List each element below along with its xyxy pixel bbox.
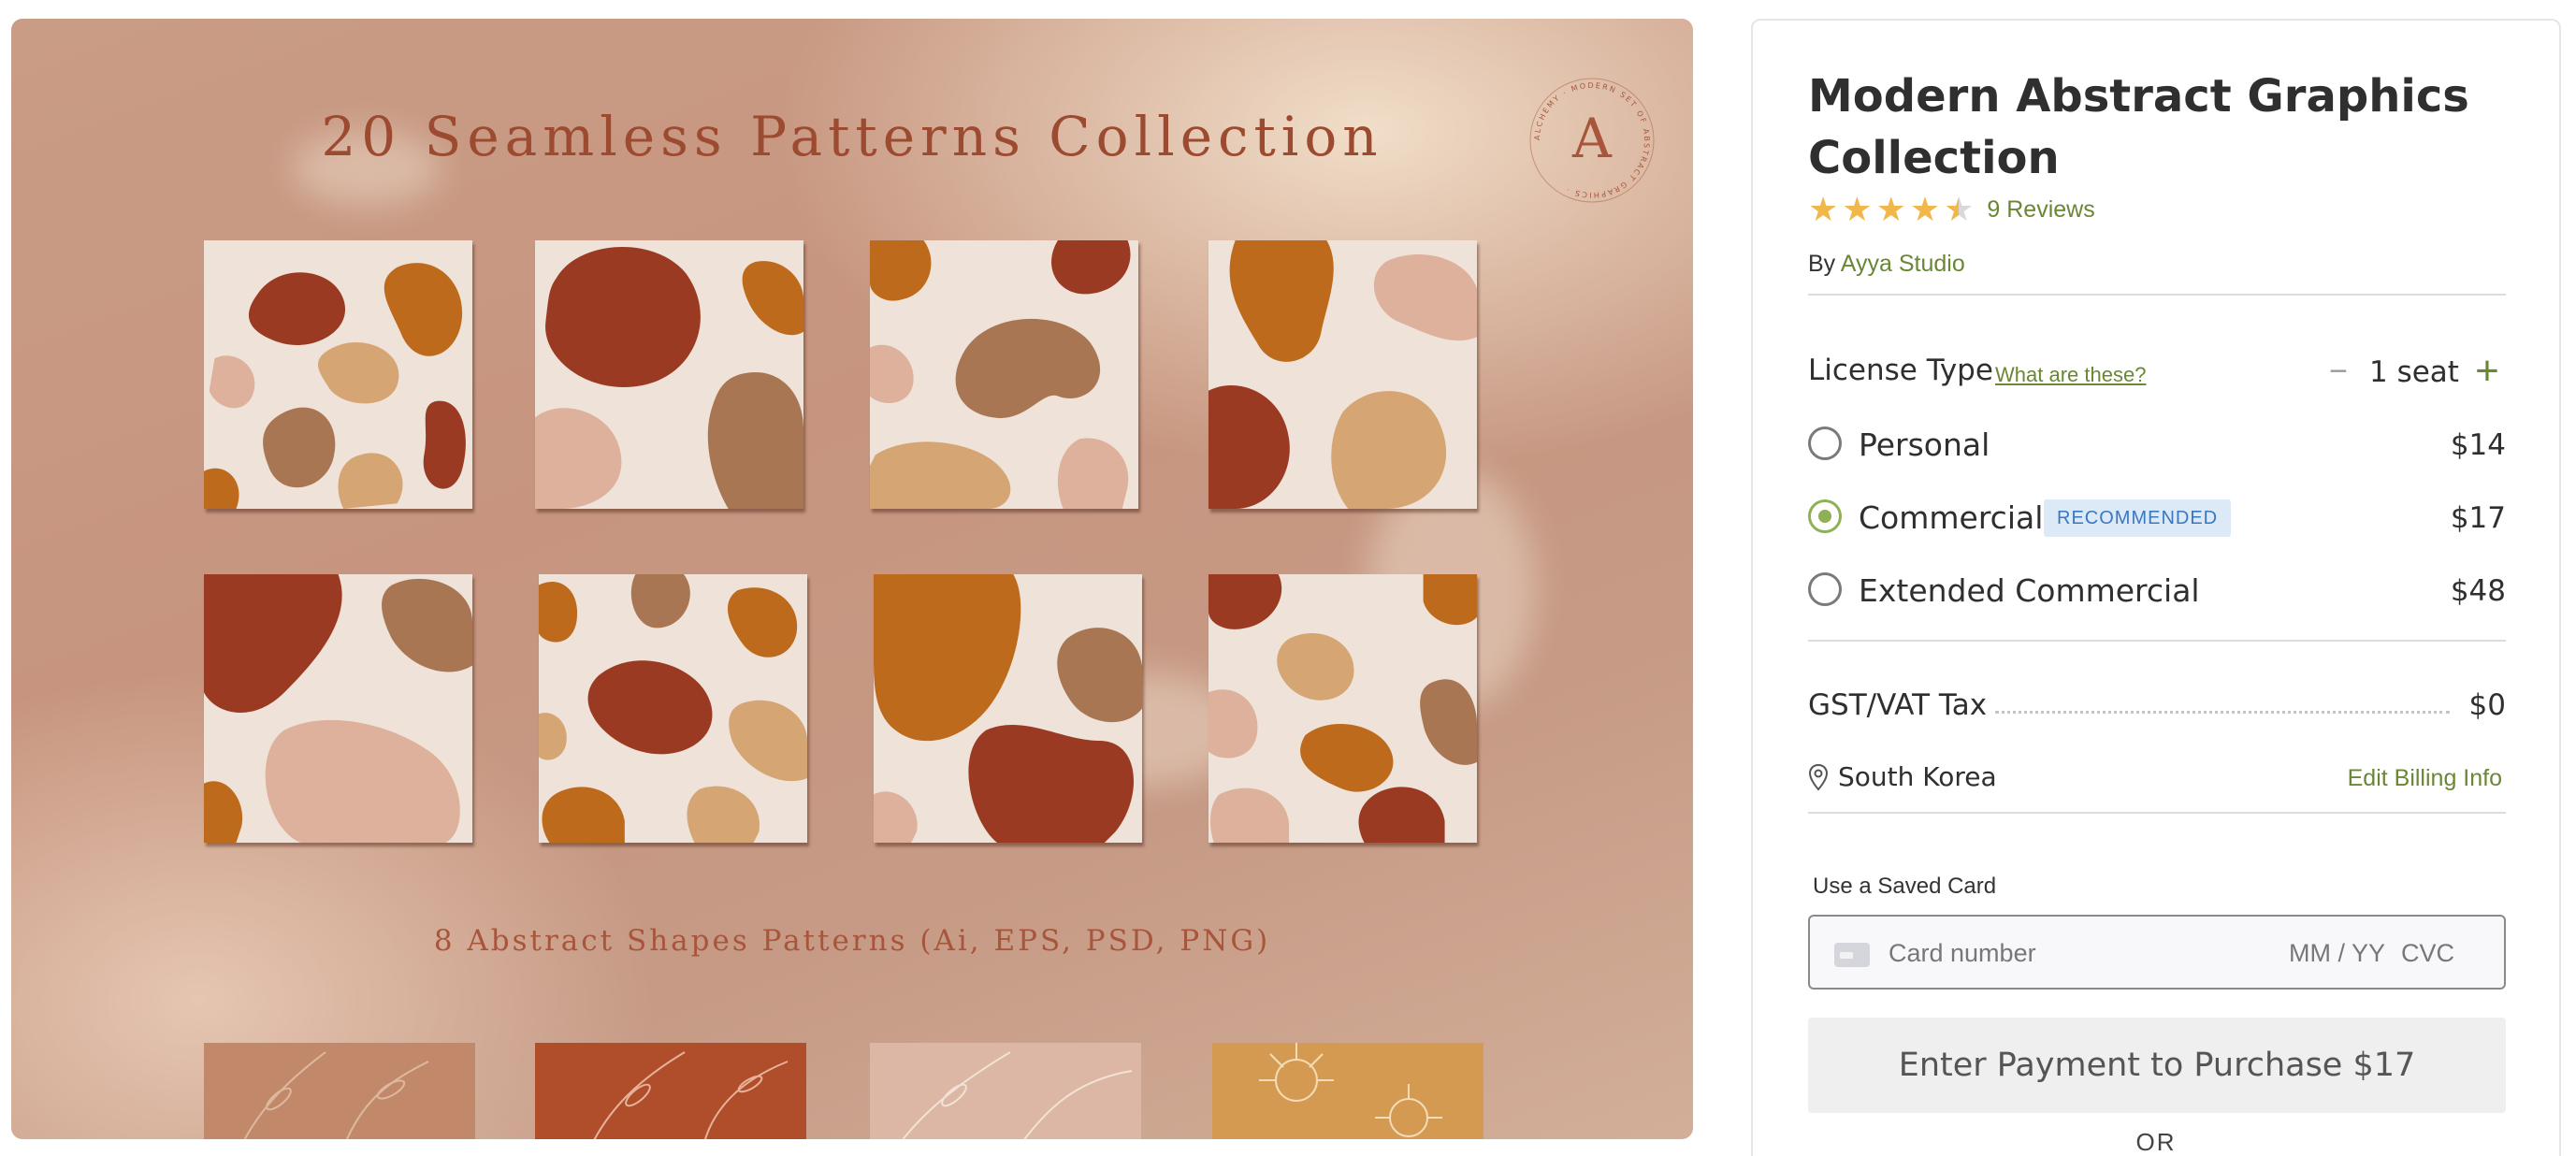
star-icon: ★: [1842, 190, 1873, 228]
card-cvc-input[interactable]: CVC: [2401, 939, 2454, 968]
tax-label: GST/VAT Tax: [1808, 688, 1995, 722]
preview-subtitle: 8 Abstract Shapes Patterns (Ai, EPS, PSD…: [433, 924, 1271, 958]
edit-billing-link[interactable]: Edit Billing Info: [2348, 765, 2502, 792]
tax-row: GST/VAT Tax $0: [1808, 688, 2506, 730]
star-icon: ★: [1909, 190, 1941, 228]
license-option-personal[interactable]: Personal $14: [1808, 421, 2506, 468]
author-byline: By Ayya Studio: [1808, 251, 1965, 278]
credit-card-icon: [1834, 943, 1870, 967]
pattern-tile: [539, 574, 807, 843]
license-option-price: $48: [2450, 574, 2506, 608]
pattern-tile: [1208, 574, 1477, 843]
seat-decrease-button[interactable]: −: [2323, 354, 2354, 390]
floral-pattern-tile: [1212, 1043, 1483, 1139]
floral-pattern-tile: [870, 1043, 1141, 1139]
seat-increase-button[interactable]: +: [2468, 348, 2506, 395]
pattern-tile: [204, 240, 472, 509]
or-separator: OR: [2135, 1128, 2177, 1156]
billing-location-row: South Korea Edit Billing Info: [1808, 761, 2506, 799]
license-option-label: Commercial: [1859, 499, 2044, 536]
pattern-tile: [1208, 240, 1477, 509]
product-rating[interactable]: ★ ★ ★ ★ ★ 9 Reviews: [1808, 193, 2095, 226]
radio-button[interactable]: [1808, 572, 1842, 606]
svg-text:A: A: [1571, 107, 1613, 170]
license-option-extended-commercial[interactable]: Extended Commercial $48: [1808, 567, 2506, 614]
pattern-tile: [535, 240, 803, 509]
reviews-link[interactable]: 9 Reviews: [1987, 196, 2094, 224]
purchase-panel: Modern Abstract Graphics Collection ★ ★ …: [1751, 19, 2561, 1156]
divider: [1808, 812, 2506, 814]
star-icon: ★: [1875, 190, 1906, 228]
radio-button[interactable]: [1808, 426, 1842, 460]
license-option-label: Extended Commercial: [1859, 572, 2200, 609]
saved-card-label: Use a Saved Card: [1813, 874, 1997, 899]
purchase-button[interactable]: Enter Payment to Purchase $17: [1808, 1018, 2506, 1113]
card-number-input[interactable]: Card number: [1889, 939, 2036, 968]
license-option-price: $17: [2450, 501, 2506, 535]
seat-count: 1 seat: [2369, 355, 2459, 389]
pattern-tile: [204, 574, 472, 843]
byline-prefix: By: [1808, 251, 1836, 277]
pattern-tile: [870, 240, 1138, 509]
star-icon: ★: [1808, 190, 1839, 228]
license-option-label: Personal: [1859, 426, 1990, 463]
radio-button-selected[interactable]: [1808, 499, 1842, 533]
location-pin-icon: [1808, 763, 1829, 791]
billing-country: South Korea: [1838, 761, 1997, 792]
license-type-label: License Type: [1808, 354, 1993, 387]
author-link[interactable]: Ayya Studio: [1841, 251, 1965, 277]
tax-value: $0: [2468, 688, 2506, 722]
card-expiry-input[interactable]: MM / YY: [2289, 939, 2385, 968]
card-input-field[interactable]: Card number MM / YY CVC: [1808, 915, 2506, 990]
product-preview-image[interactable]: 20 Seamless Patterns Collection ALCHEMY …: [11, 19, 1693, 1139]
pattern-tile: [874, 574, 1142, 843]
license-option-commercial[interactable]: Commercial RECOMMENDED $17: [1808, 494, 2506, 541]
floral-pattern-tile: [204, 1043, 475, 1139]
divider: [1808, 640, 2506, 642]
license-option-price: $14: [2450, 428, 2506, 462]
product-title: Modern Abstract Graphics Collection: [1808, 70, 2469, 184]
half-star-icon: ★: [1944, 190, 1975, 228]
license-help-link[interactable]: What are these?: [1995, 363, 2146, 387]
recommended-badge: RECOMMENDED: [2044, 499, 2232, 537]
preview-title: 20 Seamless Patterns Collection: [321, 105, 1383, 168]
license-type-row: License Type What are these? − 1 seat +: [1808, 348, 2506, 395]
studio-logo-badge: ALCHEMY · MODERN SET OF ABSTRACT GRAPHIC…: [1529, 78, 1655, 203]
dotted-leader: [1995, 711, 2450, 714]
floral-pattern-tile: [535, 1043, 806, 1139]
divider: [1808, 294, 2506, 296]
